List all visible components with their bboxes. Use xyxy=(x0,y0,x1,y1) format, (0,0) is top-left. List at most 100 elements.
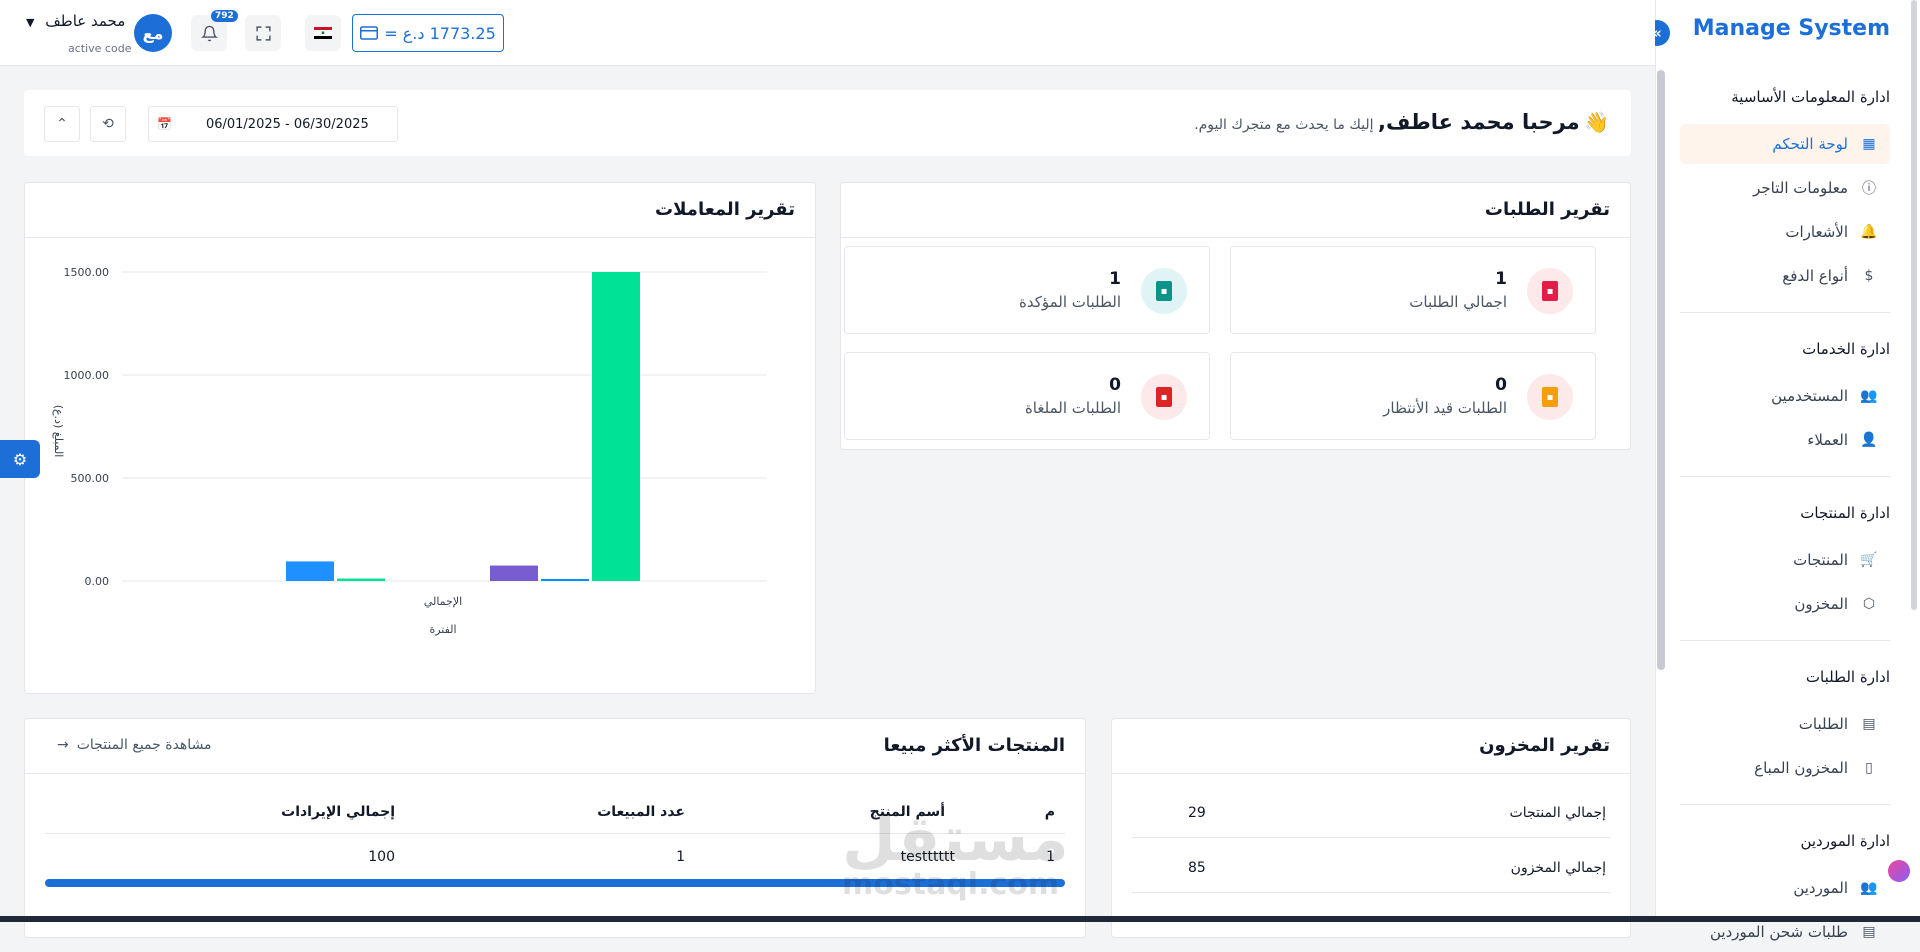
stat-label: الطلبات المؤكدة xyxy=(1018,293,1121,311)
x-tick-label: الإجمالي xyxy=(424,595,462,608)
product-progress-fill xyxy=(45,879,1065,887)
main-scrollbar[interactable] xyxy=(1657,70,1665,670)
section-divider xyxy=(1680,804,1890,805)
inventory-row-value: 85 xyxy=(1188,860,1206,876)
sidebar-item[interactable]: 🛒 المنتجات xyxy=(1680,540,1890,580)
table-divider xyxy=(45,833,1065,834)
sidebar-item-icon: 👥 xyxy=(1860,388,1878,404)
date-range-picker[interactable]: 📅 06/01/2025 - 06/30/2025 xyxy=(148,106,398,142)
chart-bar xyxy=(490,565,538,581)
balance-amount: 1773.25 د.ع = xyxy=(384,23,496,43)
wallet-balance[interactable]: 1773.25 د.ع = xyxy=(352,14,504,52)
sidebar-item[interactable]: 🔔 الأشعارات xyxy=(1680,212,1890,252)
y-tick-label: 0.00 xyxy=(85,575,110,588)
sidebar-item[interactable]: 👥 المستخدمين xyxy=(1680,376,1890,416)
sidebar-item-icon: ▤ xyxy=(1862,924,1876,940)
calendar-icon: 📅 xyxy=(157,117,172,131)
chevron-up-icon: ⌃ xyxy=(56,116,68,132)
y-tick-label: 1500.00 xyxy=(64,266,110,279)
sidebar-item-label: المستخدمين xyxy=(1771,387,1848,405)
sidebar-section-title: ادارة المعلومات الأساسية xyxy=(1731,88,1890,106)
arrow-right-icon: → xyxy=(57,737,69,753)
fullscreen-button[interactable] xyxy=(245,15,281,51)
sidebar-item[interactable]: ⬡ المخزون xyxy=(1680,584,1890,624)
sidebar-item[interactable]: ⓘ معلومات التاجر xyxy=(1680,168,1890,208)
sidebar-item-label: الموردين xyxy=(1793,879,1848,897)
orders-report-card: تقرير الطلبات ▪ 1 اجمالي الطلبات ▪ 1 الطلبات … xyxy=(840,182,1631,450)
sidebar-item-icon: ▦ xyxy=(1862,136,1876,152)
sidebar-item[interactable]: ▦ لوحة التحكم xyxy=(1680,124,1890,164)
collapse-button[interactable]: ⌃ xyxy=(44,106,80,142)
col-header-revenue: إجمالي الإيرادات xyxy=(281,804,395,820)
view-all-label: مشاهدة جميع المنتجات xyxy=(76,737,212,753)
taskbar-strip xyxy=(0,916,1920,922)
order-stat-card: ▪ 1 الطلبات المؤكدة xyxy=(844,246,1210,334)
section-divider xyxy=(1680,312,1890,313)
settings-button[interactable]: ⚙ xyxy=(0,440,40,478)
section-divider xyxy=(1680,476,1890,477)
table-divider xyxy=(1132,892,1610,893)
gear-icon: ⚙ xyxy=(12,449,28,469)
language-selector[interactable]: ▪ xyxy=(305,15,341,51)
welcome-message: 👋 مرحبا محمد عاطف, إليك ما يحدث مع متجرك… xyxy=(1194,110,1609,134)
chart-bar xyxy=(592,272,640,581)
top-header: محمد عاطف ▼ active code مع 792 ▪ 1773.25… xyxy=(0,0,1655,66)
divider xyxy=(25,773,1085,774)
product-cell-name: testttttt xyxy=(900,849,955,865)
chart-bar xyxy=(541,579,589,581)
view-all-products-link[interactable]: مشاهدة جميع المنتجات → xyxy=(57,737,212,753)
divider xyxy=(1112,773,1630,774)
order-stat-card: ▪ 0 الطلبات الملغاة xyxy=(844,352,1210,440)
refresh-button[interactable]: ⟲ xyxy=(90,106,126,142)
sidebar-item[interactable]: $ أنواع الدفع xyxy=(1680,256,1890,296)
sidebar-item[interactable]: 👥 الموردين xyxy=(1680,868,1890,908)
sidebar-item-icon: 👤 xyxy=(1860,432,1878,448)
sidebar-section-title: ادارة الخدمات xyxy=(1802,340,1890,358)
stat-value: 1 xyxy=(1109,269,1121,289)
user-role: active code xyxy=(68,42,132,55)
inventory-row-label: إجمالي المنتجات xyxy=(1509,805,1606,821)
sidebar-item-label: المخزون المباع xyxy=(1754,759,1848,777)
sidebar-item-icon: $ xyxy=(1864,268,1874,284)
y-tick-label: 500.00 xyxy=(71,472,110,485)
stat-value: 0 xyxy=(1109,375,1121,395)
divider xyxy=(25,237,815,238)
stat-value: 1 xyxy=(1495,269,1507,289)
notification-count-badge: 792 xyxy=(211,10,238,22)
sidebar-item-label: لوحة التحكم xyxy=(1772,135,1848,153)
sidebar-item-label: معلومات التاجر xyxy=(1753,179,1848,197)
sidebar-item-label: الطلبات xyxy=(1798,715,1848,733)
inventory-report-title: تقرير المخزون xyxy=(1479,735,1610,756)
sidebar-item-label: طلبات شحن الموردين xyxy=(1709,923,1848,941)
refresh-icon: ⟲ xyxy=(102,116,114,132)
user-name: محمد عاطف xyxy=(45,12,126,30)
top-products-card: المنتجات الأكثر مبيعا مشاهدة جميع المنتج… xyxy=(24,718,1086,938)
sidebar-item[interactable]: ▤ الطلبات xyxy=(1680,704,1890,744)
sidebar-item-icon: ▯ xyxy=(1865,760,1873,776)
x-axis-label: الفترة xyxy=(429,623,456,636)
stat-icon-circle: ▪ xyxy=(1141,268,1187,314)
avatar[interactable]: مع xyxy=(134,14,172,52)
sidebar-section-title: ادارة الموردين xyxy=(1800,832,1890,850)
transactions-report-title: تقرير المعاملات xyxy=(655,199,795,220)
expand-icon xyxy=(255,25,271,41)
document-icon: ▪ xyxy=(1156,281,1172,301)
sidebar-scrollbar[interactable] xyxy=(1911,0,1917,610)
section-divider xyxy=(1680,640,1890,641)
y-tick-label: 1000.00 xyxy=(64,369,110,382)
welcome-subtitle: إليك ما يحدث مع متجرك اليوم. xyxy=(1194,117,1374,133)
sidebar-item-label: الأشعارات xyxy=(1785,223,1848,241)
product-cell-sales: 1 xyxy=(676,849,685,865)
brain-icon[interactable] xyxy=(1888,860,1910,882)
credit-card-icon xyxy=(360,26,379,40)
top-products-title: المنتجات الأكثر مبيعا xyxy=(883,735,1065,756)
user-menu[interactable]: محمد عاطف ▼ xyxy=(26,12,125,30)
sidebar-item-icon: 🛒 xyxy=(1860,552,1878,568)
product-progress-bar xyxy=(45,879,1065,887)
col-header-name: أسم المنتج xyxy=(869,804,945,820)
sidebar-item[interactable]: 👤 العملاء xyxy=(1680,420,1890,460)
sidebar-item-label: المنتجات xyxy=(1793,551,1848,569)
sidebar-item[interactable]: ▯ المخزون المباع xyxy=(1680,748,1890,788)
stat-icon-circle: ▪ xyxy=(1141,374,1187,420)
orders-report-title: تقرير الطلبات xyxy=(1484,199,1610,220)
